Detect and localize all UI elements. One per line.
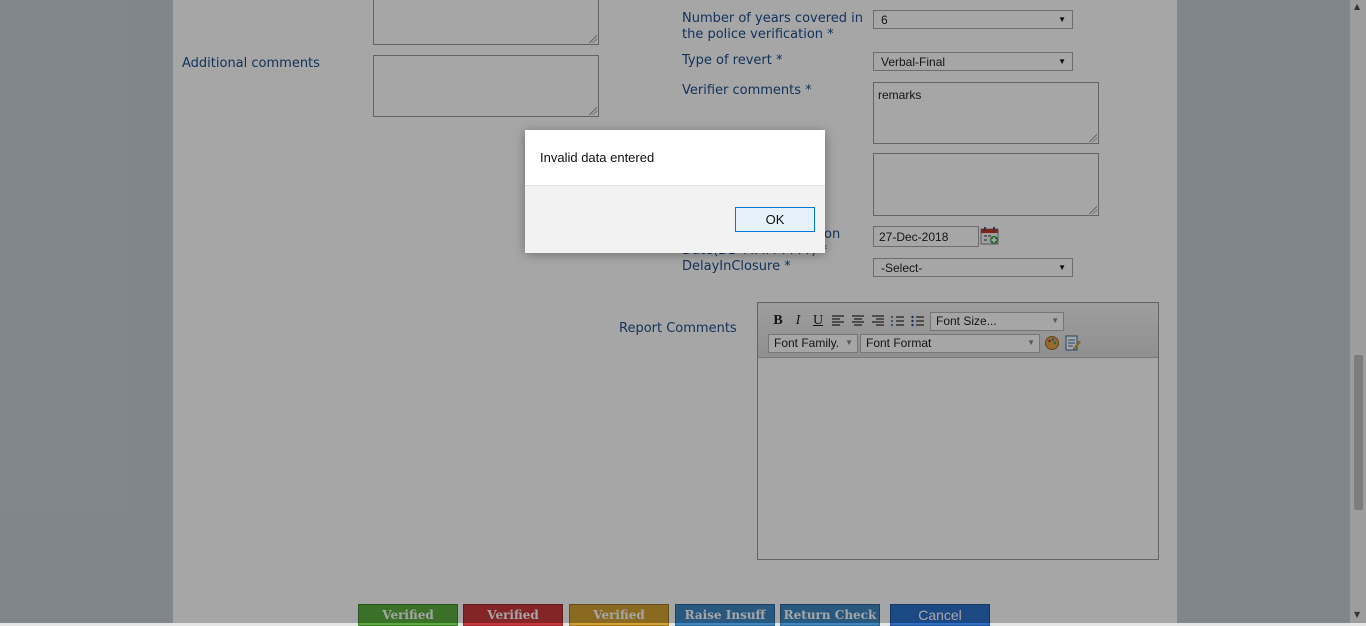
alert-dialog: Invalid data entered OK: [525, 130, 825, 253]
modal-overlay: [0, 0, 1366, 623]
alert-message: Invalid data entered: [540, 150, 655, 165]
ok-button[interactable]: OK: [735, 207, 815, 232]
alert-footer: OK: [525, 185, 825, 253]
